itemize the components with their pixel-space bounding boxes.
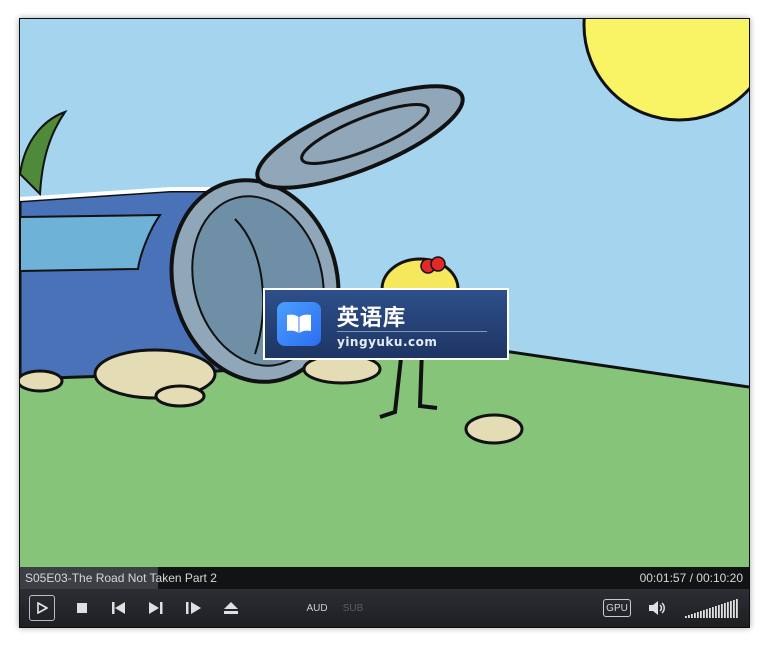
volume-bar [697,612,699,618]
volume-bar [724,603,726,618]
play-icon [37,602,48,614]
volume-level-icon [685,599,738,618]
frame-step-button[interactable] [183,589,205,627]
volume-bar [727,602,729,618]
time-readout: 00:01:57 / 00:10:20 [639,571,743,585]
volume-bar [706,609,708,618]
volume-bar [736,599,738,618]
frame-step-icon [186,602,201,614]
volume-bar [700,611,702,618]
volume-bar [703,610,705,618]
gpu-button[interactable]: GPU [603,599,631,617]
eject-button[interactable] [220,589,242,627]
volume-bar [709,608,711,618]
stop-button[interactable] [72,589,92,627]
volume-bar [691,614,693,618]
volume-slider[interactable] [684,589,740,627]
volume-bar [730,601,732,618]
next-button[interactable] [145,589,167,627]
next-icon [149,602,163,614]
previous-icon [112,602,125,614]
volume-bar [694,613,696,618]
watermark-subtitle: yingyuku.com [337,335,438,349]
play-button[interactable] [29,595,55,621]
volume-bar [685,616,687,618]
watermark-badge: 英语库 yingyuku.com [263,288,509,360]
volume-icon [649,601,665,615]
subtitle-button[interactable]: SUB [340,589,366,627]
volume-bar [688,615,690,618]
previous-button[interactable] [108,589,130,627]
mute-button[interactable] [647,589,669,627]
media-player: 英语库 yingyuku.com S05E03-The Road Not Tak… [19,18,750,628]
volume-bar [715,606,717,618]
volume-bar [733,600,735,618]
control-bar: AUD SUB GPU [20,589,749,627]
book-icon [277,302,321,346]
seek-bar[interactable]: S05E03-The Road Not Taken Part 2 00:01:5… [20,567,749,589]
watermark-title: 英语库 [337,306,407,331]
video-frame[interactable]: 英语库 yingyuku.com [20,19,749,567]
divider [337,331,487,332]
volume-bar [712,607,714,618]
media-title: S05E03-The Road Not Taken Part 2 [25,571,217,585]
audio-track-button[interactable]: AUD [303,589,331,627]
eject-icon [224,602,238,614]
volume-bar [721,604,723,618]
volume-bar [718,605,720,618]
stop-icon [77,603,87,613]
